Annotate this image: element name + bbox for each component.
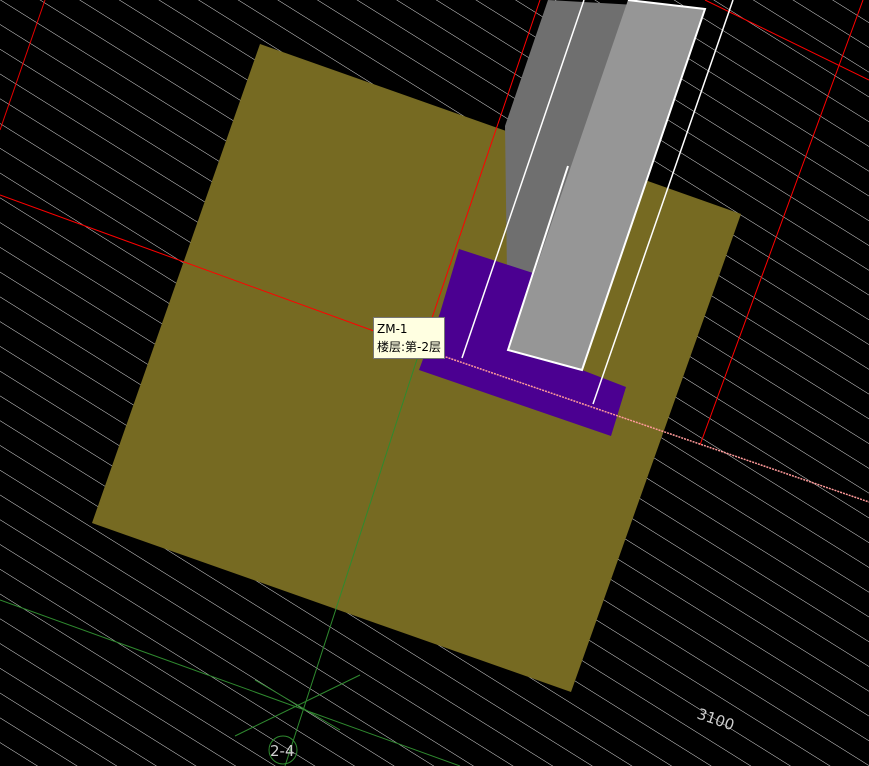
element-tooltip: ZM-1 楼层:第-2层	[373, 317, 446, 359]
axis-label: 2-4	[270, 742, 295, 760]
tooltip-element-name: ZM-1	[377, 322, 408, 336]
cad-viewport[interactable]: 3100 2-4 ZM-1 楼层:第-2层	[0, 0, 869, 766]
tooltip-floor: 楼层:第-2层	[377, 340, 442, 354]
drawing-canvas[interactable]: 3100 2-4	[0, 0, 869, 766]
